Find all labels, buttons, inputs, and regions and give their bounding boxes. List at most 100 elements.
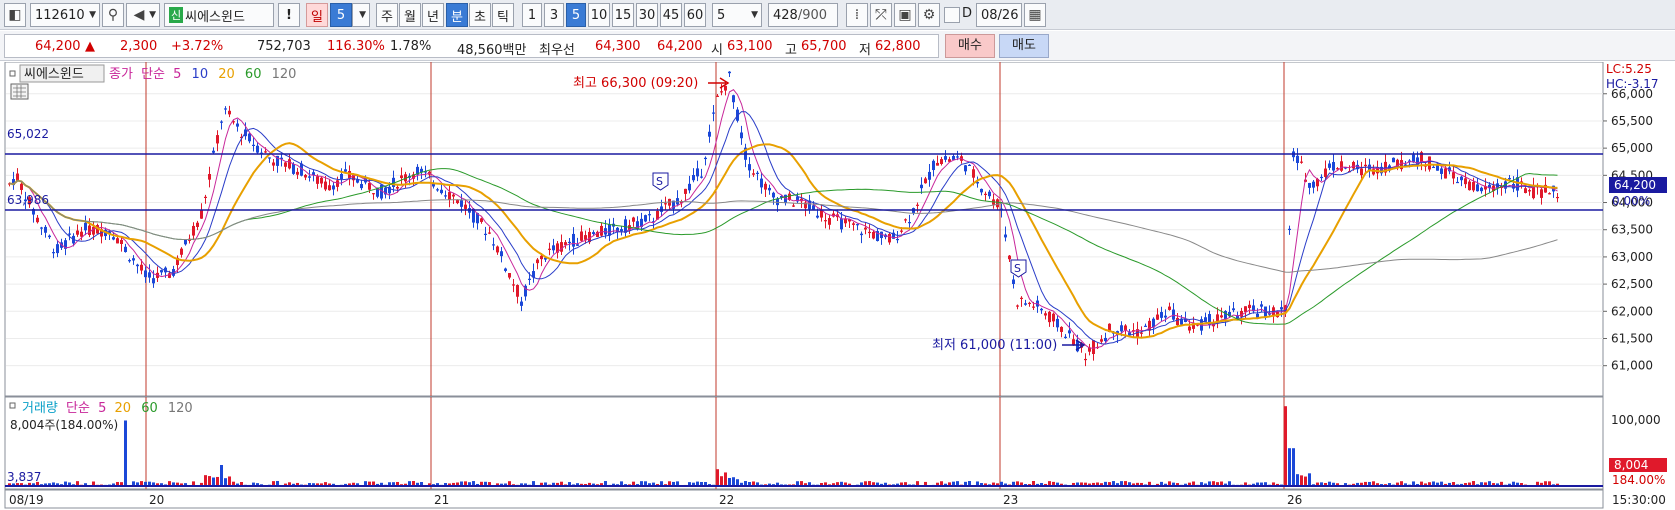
candle-body [400,175,403,179]
candle-body [1464,178,1467,185]
period-minute[interactable]: 분 [446,3,468,27]
price-pane[interactable] [4,61,1604,397]
candle-body [944,156,947,160]
minute-30[interactable]: 30 [636,3,658,27]
candle-body [984,193,987,195]
min-price-label: 최저 61,000 (11:00) [932,338,1057,353]
candle-body [728,71,731,74]
candle-body [968,164,971,167]
candle-body [1084,358,1087,361]
minute-45[interactable]: 45 [660,3,682,27]
period-second[interactable]: 초 [469,3,491,27]
candle-body [940,159,943,164]
volume-pane[interactable] [4,396,1604,490]
candle-body [112,237,115,240]
candle-body [1260,304,1263,307]
period-month[interactable]: 월 [399,3,421,27]
chart-canvas[interactable]: 65,022 63,986 씨에스윈드 종가 단순 5 10 20 60 120… [0,61,1675,510]
price-axis: 66,00065,50065,00064,50064,00063,50063,0… [1603,87,1653,373]
candle-body [448,192,451,200]
period-dropdown[interactable] [352,3,370,27]
candle-body [1068,330,1071,334]
date-checkbox[interactable] [944,7,960,23]
candle-body [1056,318,1059,328]
alert-icon[interactable]: ! [278,3,300,27]
candle-body [328,185,331,191]
candle-body [764,183,767,190]
period-week[interactable]: 주 [376,3,398,27]
candle-body [1188,326,1191,331]
candle-body [1120,325,1123,332]
chart-area[interactable]: 65,022 63,986 씨에스윈드 종가 단순 5 10 20 60 120… [0,61,1675,510]
gear-icon[interactable]: ⚙ [918,3,940,27]
volume-bar [732,477,735,486]
candle-body [1052,313,1055,322]
candle-body [368,182,371,190]
period-day[interactable]: 일 [306,3,328,27]
minute-10[interactable]: 10 [588,3,610,27]
candle-body [444,195,447,197]
candle-body [932,160,935,171]
period-tick[interactable]: 틱 [492,3,514,27]
candle-body [712,112,715,114]
candle-body [252,144,255,146]
volume-legend-simple: 단순 [66,401,90,416]
minute-60[interactable]: 60 [684,3,706,27]
candle-body [1440,168,1443,174]
legend-ma120: 120 [272,67,297,82]
sell-button[interactable]: 매도 [999,34,1049,58]
trendline-icon[interactable]: ⤱ [870,3,892,27]
minute-15[interactable]: 15 [612,3,634,27]
candle-body [200,210,203,219]
time-axis-label: 20 [149,493,164,507]
lc-label: LC:5.25 [1606,62,1652,76]
date-input[interactable]: 08/26 [976,3,1022,27]
search-icon[interactable]: ⚲ [102,3,124,27]
interval-select[interactable]: 5 [712,3,762,27]
candle-body [204,196,207,199]
volume-legend-ma20: 20 [115,401,132,416]
stock-name-field[interactable]: 신 씨에스윈드 [164,3,274,27]
minute-1[interactable]: 1 [522,3,542,27]
legend-ma60: 60 [245,67,262,82]
period-year[interactable]: 년 [422,3,444,27]
candle-body [1140,332,1143,334]
candle-body [580,231,583,241]
volume-bar [212,477,215,486]
candle-body [952,156,955,160]
candle-body [452,194,455,197]
candle-body [760,178,763,188]
minute-3[interactable]: 3 [544,3,564,27]
calendar-icon[interactable]: ▦ [1024,3,1046,27]
bar-count-field[interactable]: 428/900 [768,3,838,27]
candle-body [1468,181,1471,191]
table-icon[interactable] [10,83,29,100]
candle-body [1224,310,1227,319]
candle-body [148,272,151,278]
candle-icon[interactable]: ⁞ [846,3,868,27]
candle-body [1216,314,1219,321]
buy-button[interactable]: 매수 [945,34,995,58]
price-tick-label: 63,000 [1611,250,1653,264]
stock-code-input[interactable]: 112610 [30,3,100,27]
layout-icon[interactable]: ◧ [4,3,26,27]
trade-amount: 48,560백만 [457,43,527,58]
save-icon[interactable]: ▣ [894,3,916,27]
period-day-count[interactable]: 5 [330,3,352,27]
candle-body [688,183,691,191]
candle-body [912,208,915,214]
candle-body [80,231,83,237]
candle-body [1032,306,1035,308]
candle-body [840,218,843,230]
speaker-icon[interactable]: ◀ [126,3,160,27]
candle-body [1508,178,1511,180]
volume-bar [720,476,723,486]
candle-body [1352,161,1355,169]
candle-body [792,205,795,207]
candle-body [988,191,991,197]
minute-5[interactable]: 5 [566,3,586,27]
time-axis-label: 26 [1287,493,1302,507]
candle-body [548,248,551,250]
candle-body [460,200,463,207]
candle-body [972,169,975,178]
